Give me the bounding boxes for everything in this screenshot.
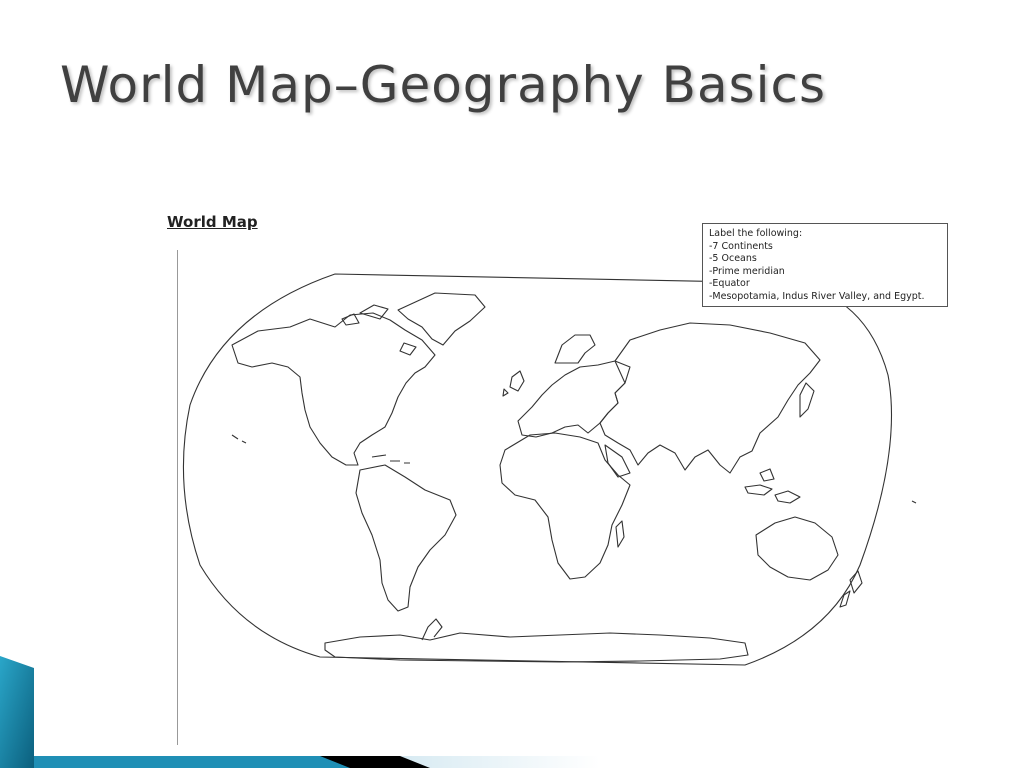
madagascar xyxy=(615,520,625,548)
pacific-dot xyxy=(911,500,917,504)
decor-blue-corner xyxy=(0,656,34,768)
continent-asia xyxy=(599,322,821,474)
slide-decoration xyxy=(0,656,600,768)
label-instructions-box: Label the following: -7 Continents -5 Oc… xyxy=(702,223,948,307)
decor-blue-bar xyxy=(34,756,360,768)
new-zealand xyxy=(839,570,863,608)
instruction-item: -Prime meridian xyxy=(709,265,785,277)
hawaii xyxy=(231,434,247,444)
arabia xyxy=(604,444,631,478)
instruction-item: -Equator xyxy=(709,278,750,290)
british-isles xyxy=(502,370,525,397)
continent-europe xyxy=(517,360,631,438)
map-frame xyxy=(182,273,893,666)
instructions-heading: Label the following: xyxy=(709,228,803,239)
continent-australia xyxy=(755,516,839,581)
instruction-item: -7 Continents xyxy=(709,240,773,252)
continent-greenland xyxy=(397,292,486,346)
caribbean-islands xyxy=(371,454,410,464)
southeast-asia-islands xyxy=(744,468,801,504)
decor-light-bar xyxy=(400,756,600,768)
japan xyxy=(799,382,815,418)
slide-title: World Map–Geography Basics xyxy=(60,56,827,114)
scandinavia xyxy=(554,334,596,364)
continent-africa xyxy=(499,432,631,580)
antarctic-peninsula xyxy=(421,618,443,641)
instruction-item: -Mesopotamia, Indus River Valley, and Eg… xyxy=(709,290,925,302)
continent-north-america xyxy=(231,312,436,466)
continent-south-america xyxy=(355,464,457,612)
instruction-item: -5 Oceans xyxy=(709,253,757,265)
